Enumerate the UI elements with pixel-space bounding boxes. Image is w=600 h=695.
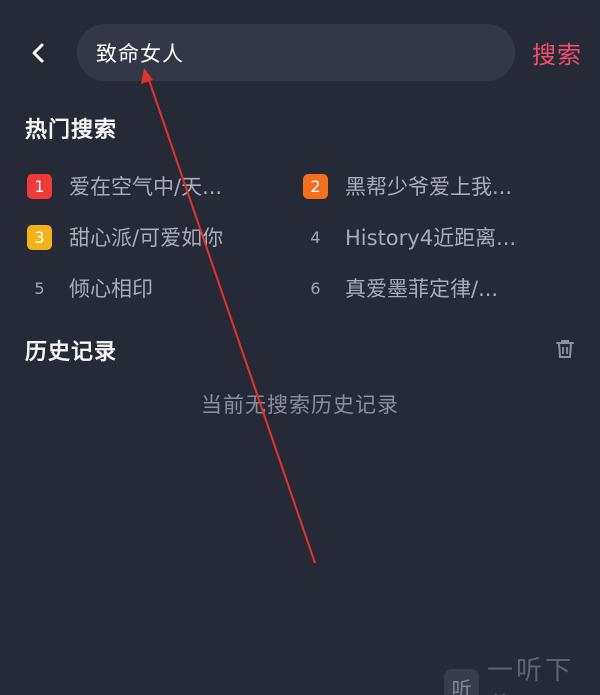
hot-item[interactable]: 3 甜心派/可爱如你: [27, 222, 223, 252]
history-title: 历史记录: [25, 340, 118, 365]
hot-item-label: 爱在空气中/天...: [69, 175, 223, 199]
hot-item-label: 黑帮少爷爱上我...: [345, 175, 513, 199]
search-input[interactable]: [94, 39, 515, 66]
watermark-text: 一听下载: [487, 656, 575, 695]
rank-number: 4: [310, 227, 321, 247]
watermark: 听 一听下载: [444, 650, 600, 695]
hot-item-label: 甜心派/可爱如你: [69, 226, 224, 250]
search-button[interactable]: 搜索: [532, 35, 582, 70]
rank-badge: 3: [27, 224, 52, 250]
watermark-logo: 听: [444, 669, 480, 695]
search-page: 搜索 热门搜索 1 爱在空气中/天... 2 黑帮少爷爱上我... 3 甜心派/…: [0, 0, 600, 695]
clear-history-button[interactable]: [554, 338, 576, 360]
chevron-left-icon: [32, 43, 44, 63]
rank-badge: 2: [303, 173, 328, 199]
hot-item[interactable]: 6 真爱墨菲定律/...: [303, 273, 498, 303]
hot-item[interactable]: 2 黑帮少爷爱上我...: [303, 171, 512, 201]
empty-history-message: 当前无搜索历史记录: [201, 393, 399, 417]
hot-item[interactable]: 1 爱在空气中/天...: [27, 171, 222, 201]
hot-item[interactable]: 5 倾心相印: [27, 273, 153, 303]
rank-badge: 1: [27, 173, 52, 199]
hot-item-label: 倾心相印: [69, 277, 153, 301]
search-bar[interactable]: [77, 24, 515, 81]
hot-search-title: 热门搜索: [25, 118, 118, 143]
trash-icon: [556, 340, 574, 358]
hot-item[interactable]: 4 History4近距离...: [303, 222, 516, 252]
rank-number: 5: [34, 278, 45, 298]
back-button[interactable]: [22, 36, 56, 70]
hot-item-label: 真爱墨菲定律/...: [345, 277, 499, 301]
hot-item-label: History4近距离...: [345, 226, 517, 250]
rank-number: 6: [310, 278, 321, 298]
